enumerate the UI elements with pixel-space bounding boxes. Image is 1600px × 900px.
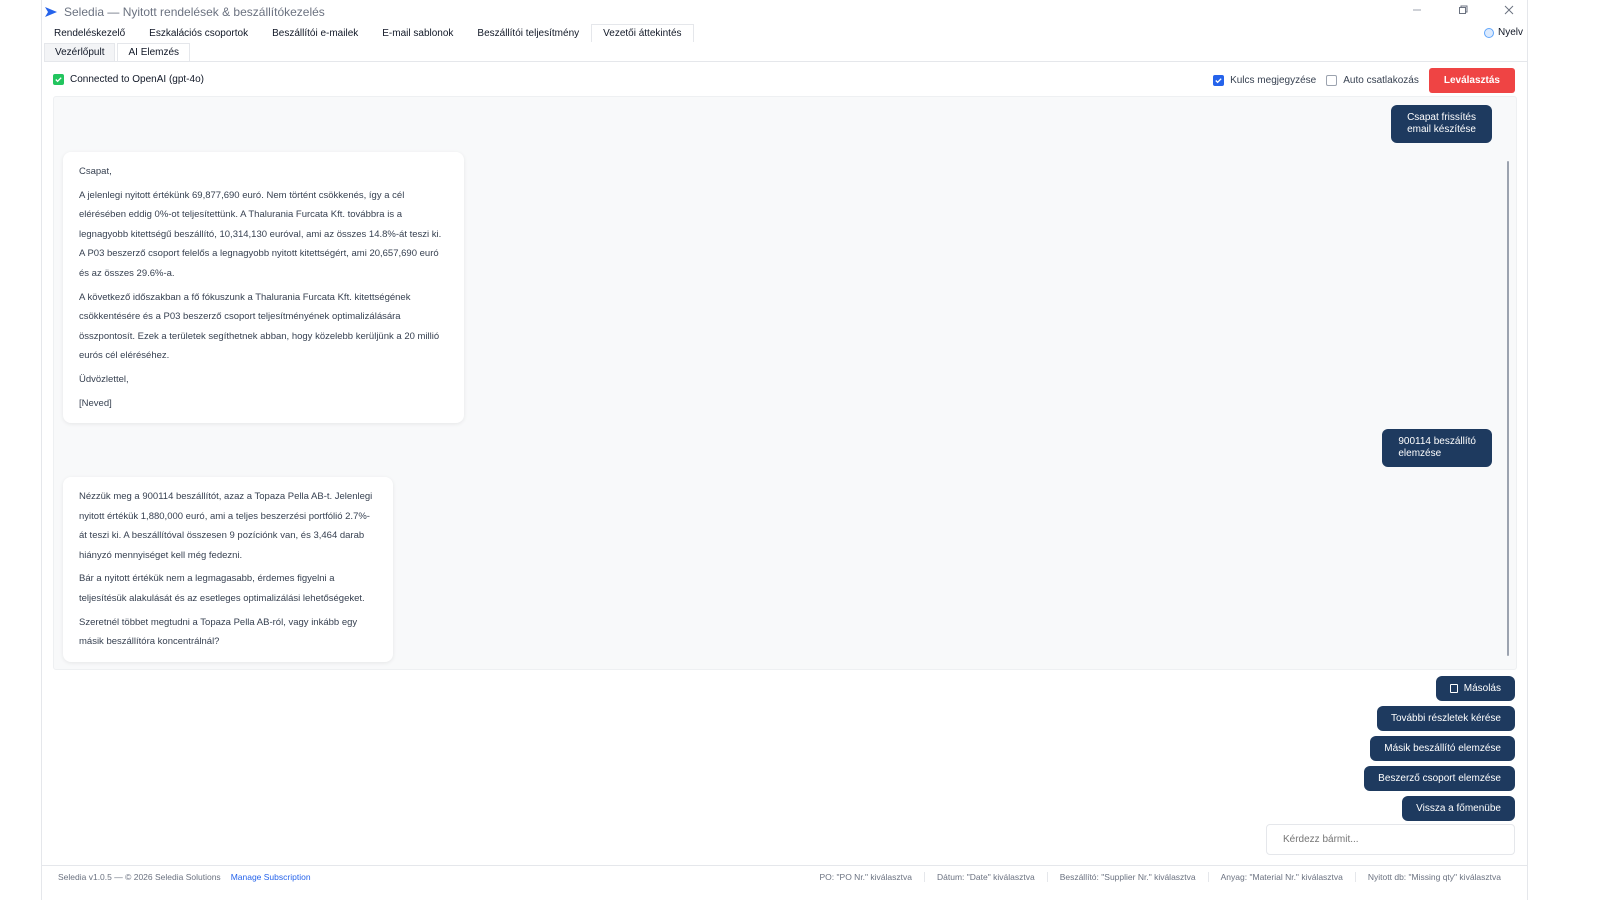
ai-message-paragraph: [Neved] — [79, 397, 112, 409]
status-po: PO: "PO Nr." kiválasztva — [819, 871, 912, 882]
disconnect-button[interactable]: Leválasztás — [1428, 68, 1515, 93]
close-icon[interactable] — [1501, 2, 1517, 18]
connection-status: Connected to OpenAI (gpt-4o) — [70, 73, 204, 85]
tab-escalation-groups[interactable]: Eszkalációs csoportok — [137, 24, 260, 42]
status-supplier: Beszállító: "Supplier Nr." kiválasztva — [1046, 871, 1208, 882]
connected-checkbox — [53, 73, 64, 85]
user-message-line: 900114 beszállító — [1398, 436, 1476, 447]
window-title: Seledia — Nyitott rendelések & beszállít… — [64, 5, 325, 19]
quick-actions: Másolás További részletek kérése Másik b… — [1364, 676, 1515, 821]
ai-message-paragraph: A jelenlegi nyitott értékünk 69,877,690 … — [79, 189, 442, 279]
status-date: Dátum: "Date" kiválasztva — [924, 871, 1047, 882]
app-window: Seledia — Nyitott rendelések & beszállít… — [41, 0, 1528, 900]
remember-key-checkbox[interactable] — [1213, 75, 1225, 86]
check-icon — [55, 76, 62, 82]
tab-email-templates[interactable]: E-mail sablonok — [370, 24, 465, 42]
status-missing: Nyitott db: "Missing qty" kiválasztva — [1354, 871, 1513, 882]
ai-message-paragraph: Csapat, — [79, 166, 112, 177]
remember-key-option[interactable]: Kulcs megjegyzése — [1213, 75, 1316, 86]
ai-message-paragraph: A következő időszakban a fő fókuszunk a … — [79, 291, 440, 362]
restore-icon[interactable] — [1455, 2, 1471, 18]
check-icon — [1215, 78, 1222, 84]
language-label: Nyelv — [1497, 27, 1523, 38]
clipboard-icon — [1449, 684, 1458, 693]
ai-message: Nézzük meg a 900114 beszállítót, azaz a … — [63, 477, 393, 662]
connection-bar: Connected to OpenAI (gpt-4o) Kulcs megje… — [53, 68, 1515, 93]
user-message-line: elemzése — [1398, 448, 1442, 459]
tab-supplier-performance[interactable]: Beszállítói teljesítmény — [465, 24, 591, 42]
sub-tabs: Vezérlőpult AI Elemzés — [44, 42, 1527, 62]
more-details-button[interactable]: További részletek kérése — [1376, 706, 1515, 731]
title-bar: Seledia — Nyitott rendelések & beszállít… — [42, 0, 1527, 24]
globe-icon — [1483, 27, 1494, 38]
status-material: Anyag: "Material Nr." kiválasztva — [1207, 871, 1355, 882]
auto-connect-checkbox[interactable] — [1326, 75, 1338, 86]
ai-message-paragraph: Szeretnél többet megtudni a Topaza Pella… — [79, 616, 358, 648]
window-controls — [1409, 2, 1517, 18]
manage-subscription-link[interactable]: Manage Subscription — [231, 872, 311, 882]
tab-order-manager[interactable]: Rendeléskezelő — [42, 24, 137, 42]
ai-message-paragraph: Nézzük meg a 900114 beszállítót, azaz a … — [79, 491, 373, 561]
user-message-line: Csapat frissítés — [1407, 112, 1476, 123]
purchasing-group-button[interactable]: Beszerző csoport elemzése — [1364, 766, 1515, 791]
user-message: 900114 beszállító elemzése — [1382, 429, 1492, 467]
language-selector[interactable]: Nyelv — [1483, 27, 1523, 38]
tab-supplier-emails[interactable]: Beszállítói e-mailek — [260, 24, 370, 42]
copy-button[interactable]: Másolás — [1435, 676, 1515, 701]
connection-options: Kulcs megjegyzése Auto csatlakozás Levál… — [1213, 68, 1515, 93]
user-message-line: email készítése — [1407, 124, 1476, 135]
auto-connect-label: Auto csatlakozás — [1343, 75, 1419, 86]
auto-connect-option[interactable]: Auto csatlakozás — [1326, 75, 1419, 86]
tab-management-overview[interactable]: Vezetői áttekintés — [591, 24, 694, 42]
minimize-icon[interactable] — [1409, 2, 1425, 18]
other-supplier-button[interactable]: Másik beszállító elemzése — [1370, 736, 1515, 761]
tab-dashboard[interactable]: Vezérlőpult — [44, 43, 116, 61]
ai-message-paragraph: Üdvözlettel, — [79, 373, 129, 385]
ai-message-paragraph: Bár a nyitott értékük nem a legmagasabb,… — [79, 573, 365, 604]
ask-input[interactable] — [1266, 824, 1515, 855]
back-to-menu-button[interactable]: Vissza a főmenübe — [1402, 796, 1515, 821]
copy-label: Másolás — [1463, 683, 1501, 694]
chat-scrollbar[interactable] — [1507, 161, 1509, 656]
remember-key-label: Kulcs megjegyzése — [1230, 75, 1317, 86]
ai-message: Csapat, A jelenlegi nyitott értékünk 69,… — [63, 152, 464, 424]
user-message: Csapat frissítés email készítése — [1391, 105, 1492, 143]
chat-area[interactable]: Csapat frissítés email készítése Csapat,… — [53, 96, 1517, 670]
version-text: Seledia v1.0.5 — © 2026 Seledia Solution… — [58, 871, 221, 882]
tab-ai-analysis[interactable]: AI Elemzés — [117, 43, 191, 61]
app-logo-icon — [45, 7, 57, 17]
status-bar: Seledia v1.0.5 — © 2026 Seledia Solution… — [42, 865, 1527, 887]
main-tabs: Rendeléskezelő Eszkalációs csoportok Bes… — [42, 24, 694, 42]
